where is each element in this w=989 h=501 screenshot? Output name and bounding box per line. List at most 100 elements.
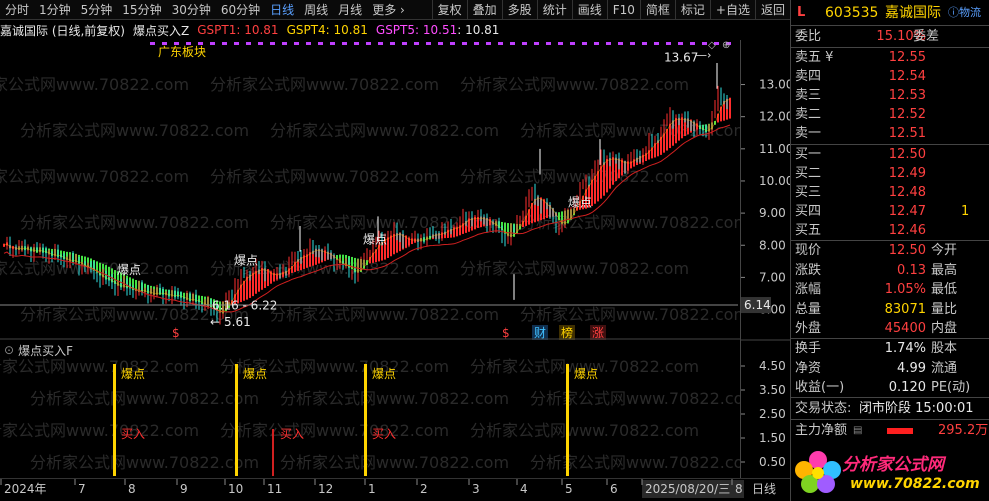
watermark-text: 分析家公式网www.70822.com xyxy=(210,75,439,94)
baodian-signal-bar xyxy=(235,364,238,476)
sell-row-1-value: 12.54 xyxy=(888,69,926,84)
buy-row-1: 买二 12.49 xyxy=(791,164,989,183)
weibi-row: 委比 15.10% 委差 xyxy=(791,27,989,46)
date-tick: 7 xyxy=(78,482,86,496)
flower-logo-icon xyxy=(795,451,841,493)
period-tab-6[interactable]: 日线 xyxy=(265,0,299,20)
toolbar-button-4[interactable]: 画线 xyxy=(571,0,607,20)
baodian-signal-label: 爆点 xyxy=(372,367,396,381)
event-badge[interactable]: $ xyxy=(172,326,180,340)
stat2-row-2: 收益(一) 0.120 PE(动) xyxy=(791,378,989,397)
stat-row-1-value: 0.13 xyxy=(897,262,926,278)
date-tick: 9 xyxy=(180,482,188,496)
period-tab-7[interactable]: 周线 xyxy=(299,0,333,20)
sell-row-2-value: 12.53 xyxy=(888,88,926,103)
settings-icon[interactable]: ⊕ xyxy=(722,40,730,51)
watermark-text: 分析家公式网www.70822.com xyxy=(460,259,689,278)
period-tab-1[interactable]: 1分钟 xyxy=(34,0,76,20)
stat2-row-0: 换手 1.74% 股本 xyxy=(791,339,989,358)
buy-row-3: 买四 12.47 1 xyxy=(791,202,989,221)
sell-row-4-value: 12.51 xyxy=(888,126,926,141)
signal-subchart[interactable]: 分析家公式网www.70822.com 分析家公式网www.70822.com 分析… xyxy=(0,342,740,477)
toolbar-button-1[interactable]: 叠加 xyxy=(466,0,502,20)
sell-row-0: 卖五 ¥ 12.55 xyxy=(791,48,989,67)
period-toolbar: 分时 1分钟 5分钟 15分钟 30分钟 60分钟 日线 周线 月线 更多 › 复权 叠加 多股 统计 画线… xyxy=(0,0,790,20)
stock-tag[interactable]: ⓘ物流 xyxy=(948,2,981,24)
price-tick: 11.00 xyxy=(759,142,790,156)
period-label[interactable]: 日线 xyxy=(752,482,776,496)
high-price-label: 13.67 xyxy=(664,50,698,64)
toolbar-button-2[interactable]: 多股 xyxy=(501,0,537,20)
stat2-row-1-label2: 流通 xyxy=(931,360,958,376)
watermark-text: 分析家公式网www.70822.com xyxy=(210,167,439,186)
candlestick-chart[interactable]: 分析家公式网www.70822.com 分析家公式网www.70822.com 分析… xyxy=(0,40,740,340)
buy-row-0-label: 买一 xyxy=(795,147,822,162)
buy-signal-label: 买入 xyxy=(280,427,304,441)
toolbar-button-0[interactable]: 复权 xyxy=(431,0,467,20)
period-tab-0[interactable]: 分时 xyxy=(0,0,34,20)
sell-row-3: 卖二 12.52 xyxy=(791,105,989,124)
net-flow-bar xyxy=(887,428,913,434)
watermark-text: 分析家公式网www.70822.com xyxy=(280,453,509,472)
toolbar-button-5[interactable]: F10 xyxy=(606,0,640,20)
period-tab-3[interactable]: 15分钟 xyxy=(117,0,166,20)
date-tick: 3 xyxy=(472,482,480,496)
watermark-text: 分析家公式网www.70822.com xyxy=(530,389,740,408)
toolbar-button-9[interactable]: 返回 xyxy=(754,0,790,20)
period-tab-5[interactable]: 60分钟 xyxy=(216,0,265,20)
buy-row-1-label: 买二 xyxy=(795,166,822,181)
indicator-name[interactable]: 爆点买入Z xyxy=(133,22,189,39)
gspt5b-value: : 10.81 xyxy=(457,23,500,37)
stat-row-0-label: 现价 xyxy=(795,243,822,258)
range-label: 6.16 - 6.22 xyxy=(212,299,277,313)
stock-name: 嘉诚国际 xyxy=(885,5,941,21)
baodian-signal-label: 爆点 xyxy=(243,367,267,381)
watermark-text: 分析家公式网www.70822.com xyxy=(20,121,249,140)
price-tick: 8.00 xyxy=(759,238,786,252)
stat2-row-0-label: 换手 xyxy=(795,341,822,356)
event-badge[interactable]: 涨 xyxy=(592,325,604,340)
watermark-text: 分析家公式网www.70822.com xyxy=(220,421,449,440)
watermark-text: 分析家公式网www.70822.com xyxy=(30,453,259,472)
date-tick: 2025/08/20/三 xyxy=(645,482,730,496)
watermark-text: 分析家公式网www.70822.com xyxy=(280,389,509,408)
stat2-row-0-value: 1.74% xyxy=(884,341,926,356)
signal-tick: 0.50 xyxy=(759,455,786,469)
period-tab-8[interactable]: 月线 xyxy=(333,0,367,20)
collapse-icon[interactable]: ⊙ xyxy=(4,343,14,357)
toolbar-button-7[interactable]: 标记 xyxy=(674,0,710,20)
watermark-text: 分析家公式网www.70822.com xyxy=(20,213,249,232)
toolbar-button-3[interactable]: 统计 xyxy=(536,0,572,20)
stat-row-1-label: 涨跌 xyxy=(795,262,822,278)
period-tab-9[interactable]: 更多 › xyxy=(367,0,410,20)
stat-row-4-value: 45400 xyxy=(884,321,926,336)
date-tick: 8 xyxy=(128,482,136,496)
stat-row-1: 涨跌 0.13 最高 xyxy=(791,261,989,280)
buy-row-2-label: 买三 xyxy=(795,185,822,200)
event-badge[interactable]: 榜 xyxy=(561,325,573,340)
stat-row-0-label2: 今开 xyxy=(931,243,958,258)
subchart-title[interactable]: 爆点买入F xyxy=(18,342,73,359)
buy-row-0: 买一 12.50 xyxy=(791,145,989,164)
stat-row-1-label2: 最高 xyxy=(931,262,958,278)
stock-title: 嘉诚国际 (日线,前复权) xyxy=(0,23,125,38)
net-flow-value: 295.2万 xyxy=(938,423,989,438)
toolbar-button-6[interactable]: 简框 xyxy=(639,0,675,20)
watermark-text: 分析家公式网www.70822.com xyxy=(530,453,740,472)
list-icon[interactable]: ▤ xyxy=(853,421,862,440)
stat-row-4: 外盘 45400 内盘 xyxy=(791,319,989,338)
buy-signal-label: 买入 xyxy=(121,427,145,441)
date-tick: 2 xyxy=(420,482,428,496)
diamond-icon[interactable]: ◇ xyxy=(708,40,716,51)
trade-status-label: 交易状态: xyxy=(795,401,852,416)
period-tab-2[interactable]: 5分钟 xyxy=(76,0,118,20)
period-tab-4[interactable]: 30分钟 xyxy=(167,0,216,20)
baodian-signal-label: 爆点 xyxy=(121,367,145,381)
toolbar-button-8[interactable]: +自选 xyxy=(709,0,755,20)
stat-row-4-label: 外盘 xyxy=(795,321,822,336)
event-badge[interactable]: $ xyxy=(502,326,510,340)
date-tick: 12 xyxy=(318,482,333,496)
sell-row-0-value: 12.55 xyxy=(888,50,926,65)
event-badge[interactable]: 财 xyxy=(534,326,546,340)
signal-tick: 4.50 xyxy=(759,359,786,373)
